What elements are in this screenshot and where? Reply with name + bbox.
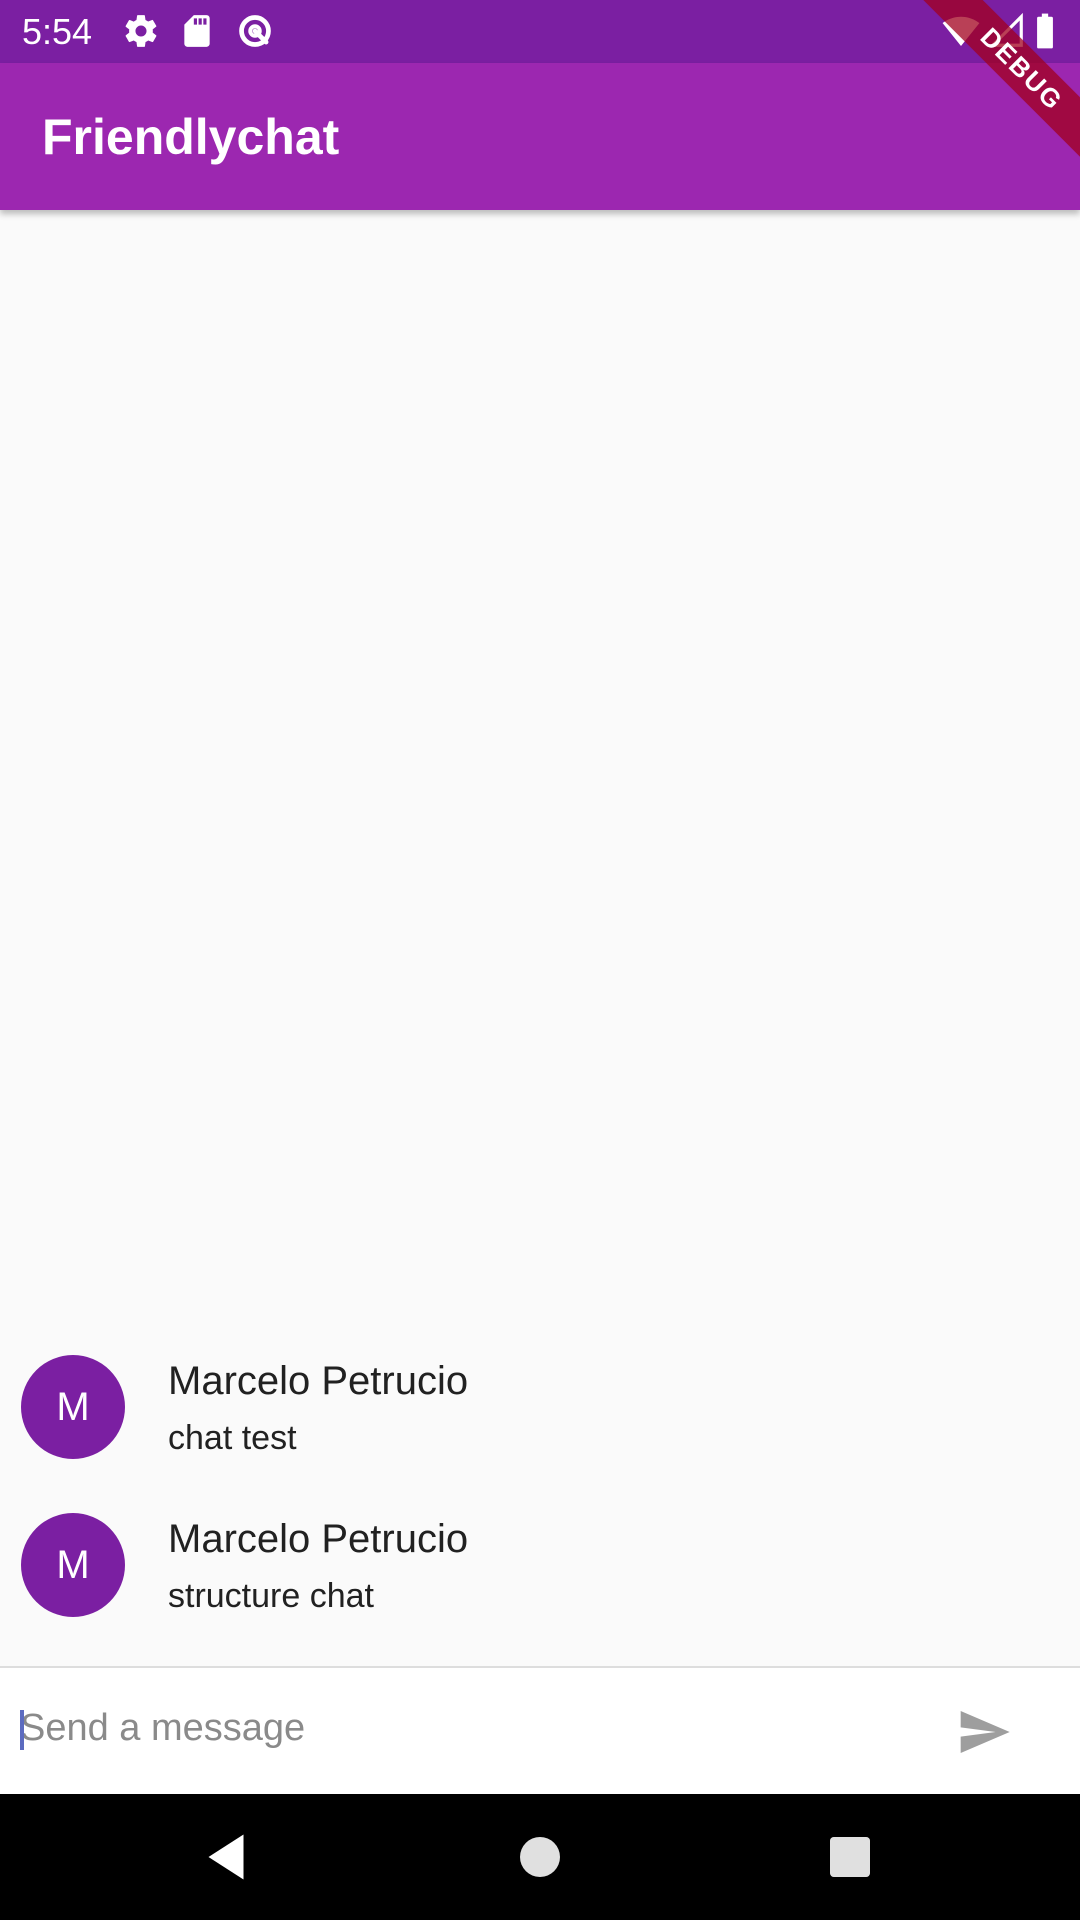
message-item: M Marcelo Petrucio chat test bbox=[0, 1355, 1080, 1505]
message-input[interactable] bbox=[20, 1696, 900, 1760]
sd-card-icon bbox=[178, 12, 216, 50]
wifi-icon bbox=[942, 12, 980, 50]
message-sender: Marcelo Petrucio bbox=[168, 1517, 469, 1561]
cell-signal-icon bbox=[988, 12, 1026, 50]
recents-button[interactable] bbox=[820, 1827, 880, 1887]
message-item: M Marcelo Petrucio structure chat bbox=[0, 1513, 1080, 1663]
send-button[interactable] bbox=[952, 1704, 1016, 1760]
battery-icon bbox=[1030, 12, 1060, 50]
gear-icon bbox=[122, 12, 160, 50]
message-list[interactable]: M Marcelo Petrucio chat test M Marcelo P… bbox=[0, 210, 1080, 1666]
home-icon bbox=[520, 1837, 560, 1877]
back-button[interactable] bbox=[196, 1827, 256, 1887]
avatar: M bbox=[21, 1355, 125, 1459]
text-cursor bbox=[20, 1710, 24, 1750]
message-text: chat test bbox=[168, 1419, 297, 1457]
back-icon bbox=[208, 1834, 244, 1880]
status-bar: 5:54 bbox=[0, 0, 1080, 63]
message-text: structure chat bbox=[168, 1577, 374, 1615]
app-bar: Friendlychat bbox=[0, 63, 1080, 210]
send-icon bbox=[960, 1711, 1010, 1753]
home-button[interactable] bbox=[510, 1827, 570, 1887]
navigation-bar bbox=[0, 1794, 1080, 1920]
status-time: 5:54 bbox=[22, 11, 93, 52]
message-sender: Marcelo Petrucio bbox=[168, 1359, 469, 1403]
message-composer bbox=[0, 1668, 1080, 1794]
avatar: M bbox=[21, 1513, 125, 1617]
data-saver-icon bbox=[236, 12, 274, 50]
screen: 5:54 Friendlychat DEBUG M Marcelo Petruc… bbox=[0, 0, 1080, 1920]
app-title: Friendlychat bbox=[42, 109, 340, 165]
recents-icon bbox=[830, 1837, 870, 1877]
